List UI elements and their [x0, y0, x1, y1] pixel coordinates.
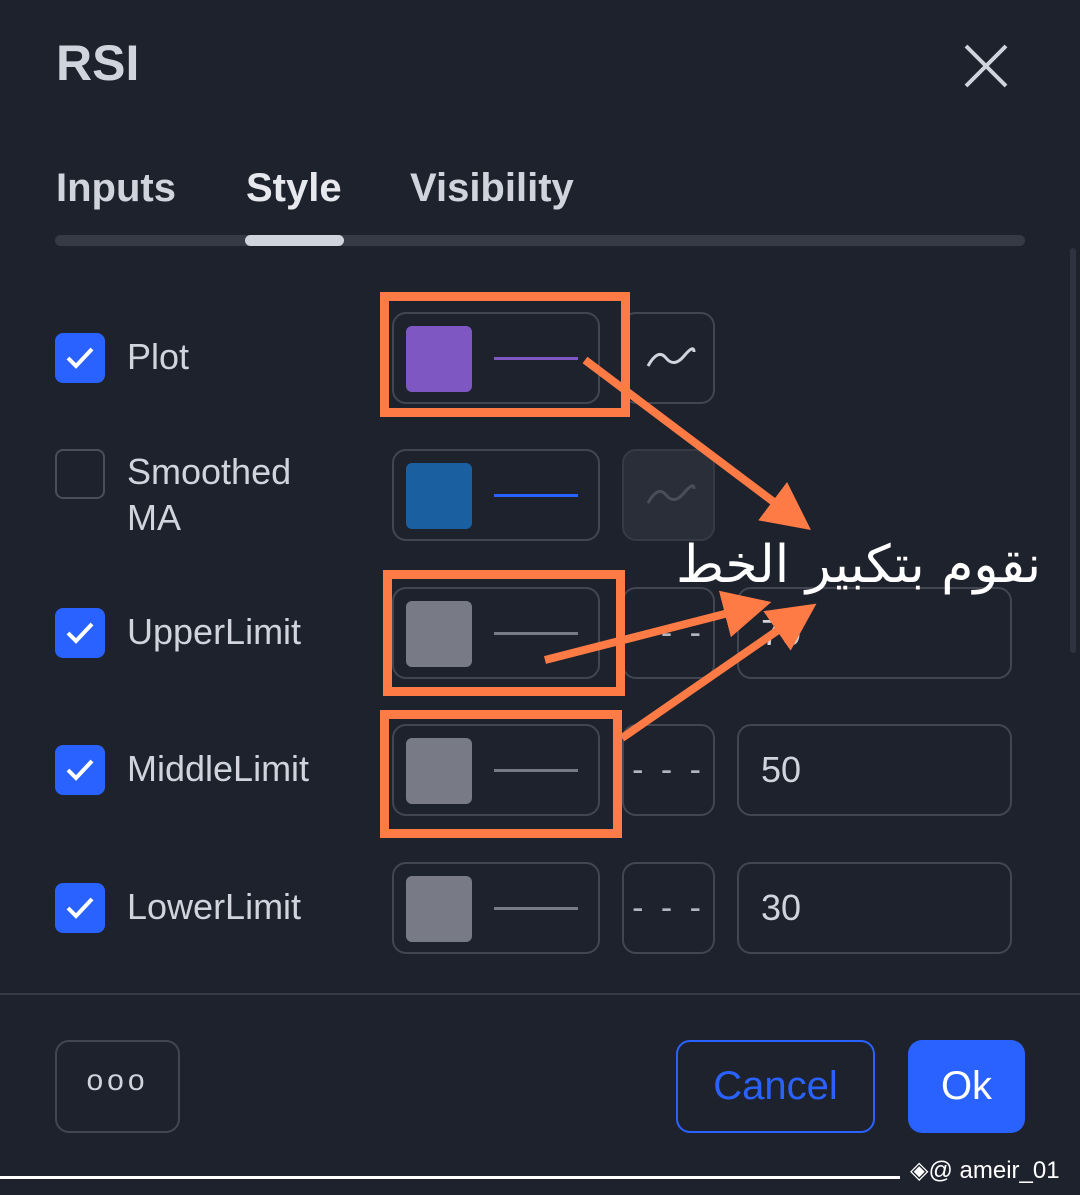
arrow-upper-limit: [544, 590, 772, 664]
annotation-text: نقوم بتكبير الخط: [676, 535, 1042, 595]
annotation-arrows: [544, 356, 817, 742]
watermark-text: @ ameir_01: [928, 1157, 1060, 1184]
binance-icon: ◈: [910, 1157, 929, 1184]
arrow-plot: [582, 356, 811, 531]
watermark: ◈@ ameir_01: [910, 1156, 1060, 1185]
bottom-divider: [0, 1176, 900, 1179]
